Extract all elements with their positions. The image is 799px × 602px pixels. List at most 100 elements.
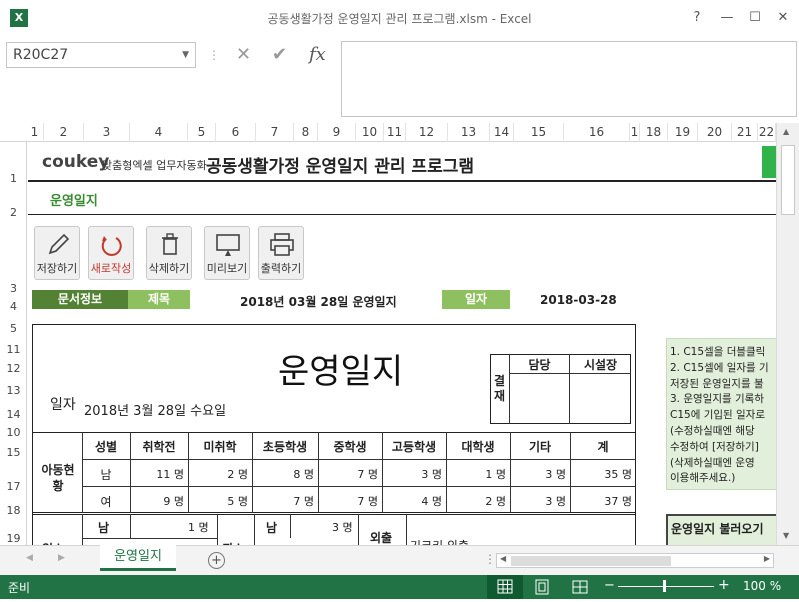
row-header[interactable]: 14 xyxy=(0,408,27,421)
kids-count-cell[interactable]: 9 명 xyxy=(130,493,184,509)
notes-line: 3. 운영일지를 기록하 xyxy=(670,393,764,406)
chevron-down-icon[interactable]: ▼ xyxy=(182,43,189,67)
column-header[interactable]: 22 xyxy=(758,123,776,142)
kids-count-cell[interactable]: 3 명 xyxy=(510,466,566,482)
scroll-right-icon[interactable]: ▶ xyxy=(761,553,773,564)
add-sheet-button[interactable]: + xyxy=(208,552,225,569)
kids-count-cell[interactable]: 7 명 xyxy=(318,493,378,509)
more-options-icon[interactable]: ⋮ xyxy=(208,42,220,68)
tab-next-icon[interactable]: ▶ xyxy=(58,553,65,563)
row-header[interactable]: 3 xyxy=(0,282,27,295)
scroll-thumb[interactable] xyxy=(781,145,795,215)
discharge-male-count[interactable]: 3 명 xyxy=(332,519,353,535)
column-header[interactable]: 3 xyxy=(84,123,130,142)
column-header[interactable]: 19 xyxy=(668,123,698,142)
zoom-slider-thumb[interactable] xyxy=(663,580,666,592)
row-header[interactable]: 10 xyxy=(0,426,27,439)
column-header[interactable]: 15 xyxy=(514,123,564,142)
tab-prev-icon[interactable]: ◀ xyxy=(26,553,33,563)
vertical-scrollbar[interactable]: ▲ ▼ xyxy=(776,123,799,545)
column-header[interactable]: 11 xyxy=(384,123,406,142)
formula-input[interactable] xyxy=(341,41,797,117)
column-header[interactable]: 2 xyxy=(44,123,84,142)
row-header[interactable]: 2 xyxy=(0,206,27,219)
minimize-icon[interactable]: — xyxy=(712,6,742,30)
close-icon[interactable]: ✕ xyxy=(768,6,798,30)
kids-col-header: 고등학생 xyxy=(391,440,437,454)
column-header[interactable]: 6 xyxy=(216,123,256,142)
scroll-up-icon[interactable]: ▲ xyxy=(783,127,789,136)
column-header[interactable]: 7 xyxy=(256,123,294,142)
row-header[interactable]: 18 xyxy=(0,504,27,517)
admission-male-count[interactable]: 1 명 xyxy=(188,519,209,535)
kids-count-cell[interactable]: 3 명 xyxy=(510,493,566,509)
kids-count-cell[interactable]: 37 명 xyxy=(570,493,632,509)
zoom-slider-track[interactable] xyxy=(618,586,714,587)
row-header[interactable]: 5 xyxy=(0,322,27,335)
horizontal-scrollbar[interactable]: ◀ ▶ xyxy=(496,553,774,568)
column-header[interactable]: 12 xyxy=(406,123,448,142)
normal-view-button[interactable] xyxy=(487,575,523,599)
kids-count-cell[interactable]: 4 명 xyxy=(382,493,442,509)
load-log-button[interactable]: 운영일지 불러오기 xyxy=(666,514,776,545)
grid-view-icon[interactable] xyxy=(487,575,523,599)
toolbar-button-0[interactable]: 저장하기 xyxy=(34,226,80,280)
row-header[interactable]: 15 xyxy=(0,446,27,459)
form-date-value[interactable]: 2018년 3월 28일 수요일 xyxy=(84,400,226,419)
h-scroll-thumb[interactable] xyxy=(511,556,671,566)
scroll-down-icon[interactable]: ▼ xyxy=(783,531,789,540)
date-value[interactable]: 2018-03-28 xyxy=(540,293,617,307)
name-box[interactable]: R20C27 ▼ xyxy=(6,42,196,68)
column-header[interactable]: 10 xyxy=(356,123,384,142)
toolbar-button-4[interactable]: 출력하기 xyxy=(258,226,304,280)
kids-count-cell[interactable]: 7 명 xyxy=(318,466,378,482)
zoom-in-icon[interactable]: + xyxy=(718,577,730,593)
tab-sheet-active[interactable]: 운영일지 xyxy=(100,545,176,571)
help-icon[interactable]: ? xyxy=(682,6,712,30)
zoom-level[interactable]: 100 % xyxy=(743,579,781,593)
kids-count-cell[interactable]: 3 명 xyxy=(382,466,442,482)
column-header[interactable]: 20 xyxy=(698,123,732,142)
maximize-icon[interactable]: ☐ xyxy=(740,6,770,30)
worksheet[interactable]: coukey 맞춤형엑셀 업무자동화 공동생활가정 운영일지 관리 프로그램 운… xyxy=(28,142,776,545)
column-header[interactable]: 18 xyxy=(640,123,668,142)
row-header[interactable]: 4 xyxy=(0,300,27,313)
column-header[interactable]: 1 xyxy=(630,123,640,142)
column-header[interactable]: 1 xyxy=(26,123,44,142)
page-layout-icon[interactable] xyxy=(534,579,550,595)
column-header[interactable]: 8 xyxy=(294,123,318,142)
cancel-icon[interactable]: ✕ xyxy=(236,42,251,68)
kids-count-cell[interactable]: 7 명 xyxy=(252,493,314,509)
page-break-icon[interactable] xyxy=(572,579,588,595)
column-header[interactable]: 21 xyxy=(732,123,758,142)
kids-count-cell[interactable]: 11 명 xyxy=(130,466,184,482)
subject-value[interactable]: 2018년 03월 28일 운영일지 xyxy=(240,293,397,310)
toolbar-button-2[interactable]: 삭제하기 xyxy=(146,226,192,280)
scroll-left-icon[interactable]: ◀ xyxy=(497,553,509,564)
column-header[interactable]: 4 xyxy=(130,123,188,142)
insert-function-icon[interactable]: fx xyxy=(309,42,326,68)
column-header[interactable]: 16 xyxy=(564,123,630,142)
row-header[interactable]: 11 xyxy=(0,343,27,356)
row-header[interactable]: 19 xyxy=(0,532,27,545)
kids-count-cell[interactable]: 2 명 xyxy=(446,493,506,509)
kids-count-cell[interactable]: 8 명 xyxy=(252,466,314,482)
column-header[interactable]: 14 xyxy=(490,123,514,142)
row-header[interactable]: 12 xyxy=(0,362,27,375)
kids-count-cell[interactable]: 2 명 xyxy=(188,466,248,482)
outing-text[interactable]: 기크키 외출 xyxy=(410,537,469,545)
column-header[interactable]: 9 xyxy=(318,123,356,142)
row-header[interactable]: 17 xyxy=(0,480,27,493)
enter-check-icon[interactable]: ✔ xyxy=(272,42,287,68)
row-header[interactable]: 1 xyxy=(0,172,27,185)
column-header[interactable]: 5 xyxy=(188,123,216,142)
zoom-out-icon[interactable]: − xyxy=(604,578,615,593)
kids-count-cell[interactable]: 5 명 xyxy=(188,493,248,509)
row-header[interactable]: 13 xyxy=(0,384,27,397)
kids-count-cell[interactable]: 35 명 xyxy=(570,466,632,482)
tab-splitter-icon[interactable]: ⋮ xyxy=(484,552,496,566)
column-header[interactable]: 13 xyxy=(448,123,490,142)
kids-count-cell[interactable]: 1 명 xyxy=(446,466,506,482)
toolbar-button-3[interactable]: 미리보기 xyxy=(204,226,250,280)
toolbar-button-1[interactable]: 새로작성 xyxy=(88,226,134,280)
